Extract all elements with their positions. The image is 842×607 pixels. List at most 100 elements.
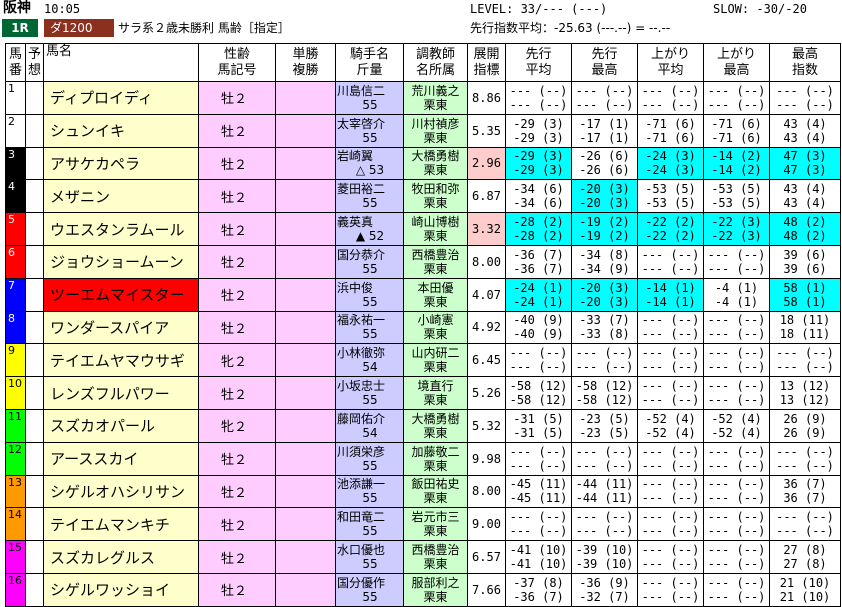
trainer[interactable]: 川村禎彦 栗東 — [403, 113, 468, 148]
horse-name[interactable]: テイエムマンキチ — [43, 507, 199, 542]
horse-name[interactable]: ワンダースパイア — [43, 310, 199, 345]
prediction-mark[interactable] — [25, 277, 44, 312]
col-yoso[interactable]: 予想 — [25, 43, 44, 82]
horse-number: 14 — [5, 507, 26, 542]
col-a-max[interactable]: 上がり 最高 — [703, 43, 770, 82]
jockey[interactable]: 川須栄彦 55 — [335, 441, 404, 476]
table-row[interactable]: 1 ディプロイディ 牡２ 川島信二 55 荒川義之 栗東 8.86 --- (--) --- (-… — [5, 81, 841, 115]
horse-name[interactable]: ウエスタンラムール — [43, 212, 199, 246]
trainer[interactable]: 服部利之 栗東 — [403, 572, 468, 607]
trainer[interactable]: 加藤敬二 栗東 — [403, 441, 468, 476]
table-row[interactable]: 7 ツーエムマイスター 牡２ 浜中俊 55 本田優 栗東 4.07 -24 (1) -24 (1)… — [5, 277, 841, 312]
horse-name[interactable]: メザニン — [43, 179, 199, 214]
horse-name[interactable]: スズカオパール — [43, 408, 199, 443]
col-trainer[interactable]: 調教師 名所属 — [403, 43, 468, 82]
col-name[interactable]: 馬名 — [43, 43, 199, 82]
jockey[interactable]: 太宰啓介 55 — [335, 113, 404, 148]
trainer[interactable]: 牧田和弥 栗東 — [403, 179, 468, 214]
trainer[interactable]: 山内研二 栗東 — [403, 343, 468, 378]
col-odds[interactable]: 単勝 複勝 — [275, 43, 336, 82]
col-jockey[interactable]: 騎手名 斤量 — [335, 43, 404, 82]
table-row[interactable]: 14 テイエムマンキチ 牡２ 和田竜二 55 岩元市三 栗東 9.00 --- (--) --- … — [5, 507, 841, 542]
table-row[interactable]: 15 スズカレグルス 牡２ 水口優也 55 西橋豊治 栗東 6.57 -41 (10) -41 (… — [5, 540, 841, 574]
trainer[interactable]: 大橋勇樹 栗東 — [403, 408, 468, 443]
trainer[interactable]: 岩元市三 栗東 — [403, 507, 468, 542]
jockey[interactable]: 小林徹弥 54 — [335, 343, 404, 378]
jockey[interactable]: 岩崎翼 △ 53 — [335, 146, 404, 181]
jockey[interactable]: 浜中俊 55 — [335, 277, 404, 312]
prediction-mark[interactable] — [25, 540, 44, 574]
prediction-mark[interactable] — [25, 179, 44, 214]
table-row[interactable]: 16 シゲルワッショイ 牡２ 国分優作 55 服部利之 栗東 7.66 -37 (8) -36 (… — [5, 572, 841, 607]
col-a-avg[interactable]: 上がり 平均 — [637, 43, 704, 82]
trainer[interactable]: 飯田祐史 栗東 — [403, 474, 468, 509]
col-index[interactable]: 展開 指標 — [467, 43, 506, 82]
horse-name[interactable]: スズカレグルス — [43, 540, 199, 574]
closing-best: --- (--) --- (--) — [703, 441, 770, 476]
horse-name[interactable]: シュンイキ — [43, 113, 199, 148]
prediction-mark[interactable] — [25, 507, 44, 542]
table-row[interactable]: 10 レンズフルパワー 牡２ 小坂忠士 55 境直行 栗東 5.26 -58 (12) -58 (… — [5, 376, 841, 410]
prediction-mark[interactable] — [25, 376, 44, 410]
horse-name[interactable]: アサケカペラ — [43, 146, 199, 181]
prediction-mark[interactable] — [25, 572, 44, 607]
table-row[interactable]: 8 ワンダースパイア 牡２ 福永祐一 55 小崎憲 栗東 4.92 -40 (9) -40 (9)… — [5, 310, 841, 345]
jockey[interactable]: 福永祐一 55 — [335, 310, 404, 345]
table-row[interactable]: 2 シュンイキ 牡２ 太宰啓介 55 川村禎彦 栗東 5.35 -29 (3) -29 (3) -1… — [5, 113, 841, 148]
best-index: 36 (7) 36 (7) — [769, 474, 841, 509]
trainer[interactable]: 大橋勇樹 栗東 — [403, 146, 468, 181]
jockey[interactable]: 義英真 ▲ 52 — [335, 212, 404, 246]
jockey[interactable]: 藤岡佑介 54 — [335, 408, 404, 443]
col-num[interactable]: 馬番 — [5, 43, 26, 82]
race-number-badge[interactable]: 1R — [2, 19, 38, 37]
prediction-mark[interactable] — [25, 441, 44, 476]
col-best[interactable]: 最高 指数 — [769, 43, 841, 82]
table-row[interactable]: 11 スズカオパール 牝２ 藤岡佑介 54 大橋勇樹 栗東 5.32 -31 (5) -31 (5… — [5, 408, 841, 443]
trainer[interactable]: 境直行 栗東 — [403, 376, 468, 410]
jockey[interactable]: 菱田裕二 55 — [335, 179, 404, 214]
jockey[interactable]: 和田竜二 55 — [335, 507, 404, 542]
horse-name[interactable]: シゲルオハシリサン — [43, 474, 199, 509]
table-row[interactable]: 9 テイエムヤマウサギ 牝２ 小林徹弥 54 山内研二 栗東 6.45 --- (--) --- … — [5, 343, 841, 378]
prediction-mark[interactable] — [25, 81, 44, 115]
horse-name[interactable]: ジョウショームーン — [43, 244, 199, 279]
table-row[interactable]: 3 アサケカペラ 牡２ 岩崎翼 △ 53 大橋勇樹 栗東 2.96 -29 (3) -29 (3)… — [5, 146, 841, 181]
horse-name[interactable]: アーススカイ — [43, 441, 199, 476]
horse-name[interactable]: ツーエムマイスター — [43, 277, 199, 312]
prediction-mark[interactable] — [25, 343, 44, 378]
horse-name[interactable]: テイエムヤマウサギ — [43, 343, 199, 378]
horse-name[interactable]: ディプロイディ — [43, 81, 199, 115]
best-index: 43 (4) 43 (4) — [769, 179, 841, 214]
jockey[interactable]: 国分優作 55 — [335, 572, 404, 607]
col-sex[interactable]: 性齢 馬記号 — [198, 43, 276, 82]
table-row[interactable]: 12 アーススカイ 牡２ 川須栄彦 55 加藤敬二 栗東 9.98 --- (--) --- (-… — [5, 441, 841, 476]
jockey[interactable]: 水口優也 55 — [335, 540, 404, 574]
table-row[interactable]: 4 メザニン 牡２ 菱田裕二 55 牧田和弥 栗東 6.87 -34 (6) -34 (6) -20… — [5, 179, 841, 214]
trainer[interactable]: 本田優 栗東 — [403, 277, 468, 312]
table-row[interactable]: 6 ジョウショームーン 牡２ 国分恭介 55 西橋豊治 栗東 8.00 -36 (7) -36 (… — [5, 244, 841, 279]
jockey[interactable]: 池添謙一 55 — [335, 474, 404, 509]
col-s-max[interactable]: 先行 最高 — [571, 43, 638, 82]
trainer[interactable]: 西橋豊治 栗東 — [403, 540, 468, 574]
horse-name[interactable]: シゲルワッショイ — [43, 572, 199, 607]
prediction-mark[interactable] — [25, 244, 44, 279]
lead-best: --- (--) --- (--) — [571, 441, 638, 476]
trainer[interactable]: 荒川義之 栗東 — [403, 81, 468, 115]
prediction-mark[interactable] — [25, 113, 44, 148]
prediction-mark[interactable] — [25, 474, 44, 509]
prediction-mark[interactable] — [25, 212, 44, 246]
prediction-mark[interactable] — [25, 146, 44, 181]
prediction-mark[interactable] — [25, 408, 44, 443]
jockey[interactable]: 小坂忠士 55 — [335, 376, 404, 410]
trainer[interactable]: 崎山博樹 栗東 — [403, 212, 468, 246]
prediction-mark[interactable] — [25, 310, 44, 345]
closing-average: -52 (4) -52 (4) — [637, 408, 704, 443]
trainer[interactable]: 西橋豊治 栗東 — [403, 244, 468, 279]
table-row[interactable]: 13 シゲルオハシリサン 牡２ 池添謙一 55 飯田祐史 栗東 8.00 -45 (11) -45… — [5, 474, 841, 509]
horse-name[interactable]: レンズフルパワー — [43, 376, 199, 410]
jockey[interactable]: 川島信二 55 — [335, 81, 404, 115]
table-row[interactable]: 5 ウエスタンラムール 牡２ 義英真 ▲ 52 崎山博樹 栗東 3.32 -28 (2) -28 … — [5, 212, 841, 246]
col-s-avg[interactable]: 先行 平均 — [505, 43, 572, 82]
jockey[interactable]: 国分恭介 55 — [335, 244, 404, 279]
trainer[interactable]: 小崎憲 栗東 — [403, 310, 468, 345]
